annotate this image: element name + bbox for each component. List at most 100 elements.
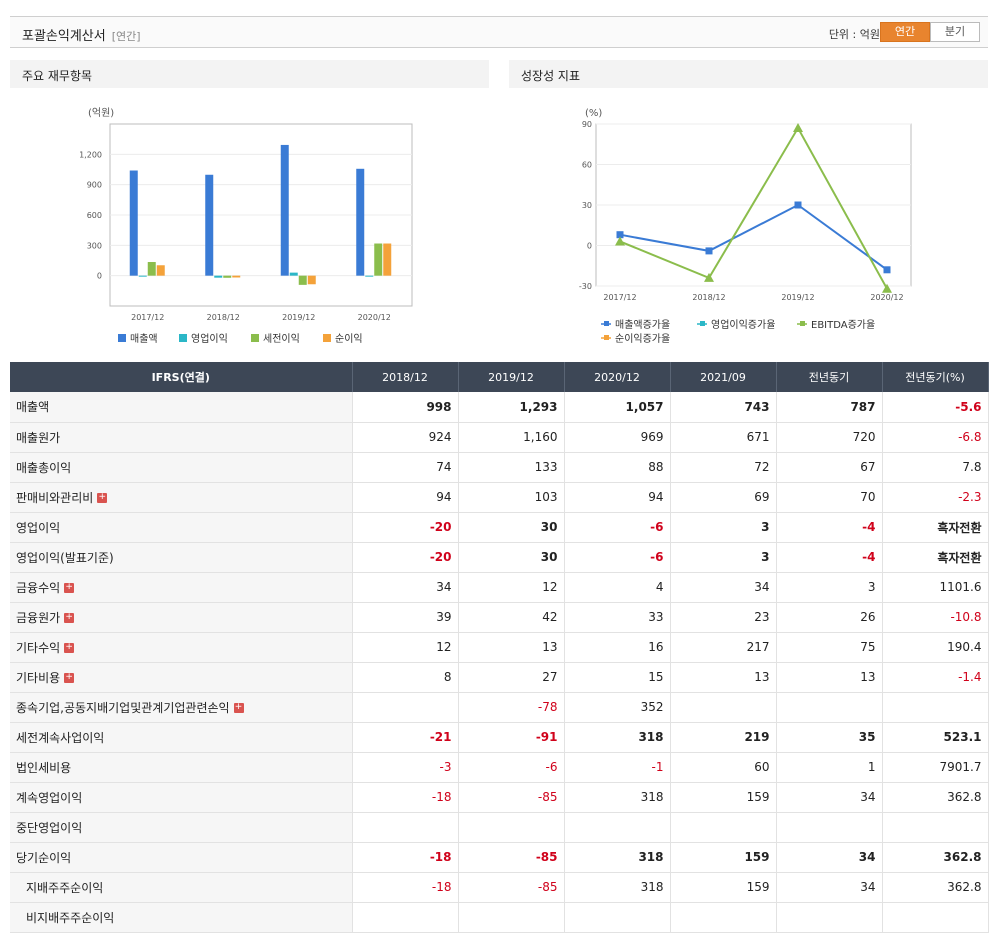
y-tick-label: 90	[582, 120, 592, 129]
legend-item: 영업이익	[191, 332, 228, 345]
table-row: 매출총이익 74 133 88 72 67 7.8	[10, 452, 989, 483]
table-row: 매출원가 924 1,160 969 671 720 -6.8	[10, 422, 989, 453]
row-label-text: 매출총이익	[16, 460, 72, 475]
table-cell	[352, 692, 459, 723]
row-label[interactable]: 금융수익 +	[10, 572, 353, 603]
row-label[interactable]: 기타수익 +	[10, 632, 353, 663]
row-label[interactable]: 종속기업,공동지배기업및관계기업관련손익 +	[10, 692, 353, 723]
row-label: 영업이익	[10, 512, 353, 543]
table-cell: -1	[564, 752, 671, 783]
row-label[interactable]: 기타비용 +	[10, 662, 353, 693]
legend-item: 매출액	[130, 333, 158, 345]
table-row: 판매비와관리비 +94 103 94 69 70 -2.3	[10, 482, 989, 513]
row-label-text: 기타수익	[16, 640, 61, 655]
table-cell: 27	[458, 662, 565, 693]
bar	[307, 275, 316, 285]
table-cell: -6	[564, 542, 671, 573]
table-cell	[564, 812, 671, 843]
table-cell: 34	[670, 572, 777, 603]
row-label[interactable]: 금융원가 +	[10, 602, 353, 633]
table-cell: 69	[670, 482, 777, 513]
table-cell: 1,160	[458, 422, 565, 453]
table-cell: 72	[670, 452, 777, 483]
table-cell	[352, 902, 459, 933]
column-header: 2021/09	[670, 362, 777, 392]
period-toggle: 연간 분기	[880, 22, 980, 42]
y-tick-label: 60	[582, 161, 592, 170]
table-cell: 103	[458, 482, 565, 513]
table-row: 계속영업이익 -18 -85 318 159 34 362.8	[10, 782, 989, 813]
table-cell: -3	[352, 752, 459, 783]
row-label-text: 당기순이익	[16, 850, 72, 865]
bar	[280, 144, 289, 276]
bar	[205, 174, 214, 276]
table-cell: 8	[352, 662, 459, 693]
row-label: 당기순이익	[10, 842, 353, 873]
row-label-text: 금융수익	[16, 580, 61, 595]
table-cell	[352, 812, 459, 843]
annual-tab[interactable]: 연간	[880, 22, 930, 42]
expand-icon[interactable]: +	[64, 613, 75, 623]
expand-icon[interactable]: +	[64, 583, 75, 593]
data-point	[705, 247, 713, 255]
y-tick-label: 0	[587, 242, 592, 251]
table-cell	[670, 902, 777, 933]
expand-icon[interactable]: +	[233, 703, 244, 713]
row-label-text: 금융원가	[16, 610, 61, 625]
table-cell: 흑자전환	[882, 542, 989, 573]
table-cell: 318	[564, 782, 671, 813]
bar	[232, 275, 241, 278]
table-cell: 743	[670, 392, 777, 423]
table-cell: 190.4	[882, 632, 989, 663]
bar	[129, 170, 138, 276]
row-label: 중단영업이익	[10, 812, 353, 843]
table-cell: -78	[458, 692, 565, 723]
table-row: 기타수익 +12 13 16 217 75 190.4	[10, 632, 989, 663]
income-statement-table: IFRS(연결) 2018/12 2019/12 2020/12 2021/09 전년동기…	[10, 362, 989, 933]
expand-icon[interactable]: +	[97, 493, 108, 503]
table-cell: 217	[670, 632, 777, 663]
row-label: 매출총이익	[10, 452, 353, 483]
table-cell: 4	[564, 572, 671, 603]
table-cell: 94	[352, 482, 459, 513]
bar	[356, 168, 365, 276]
data-point	[794, 201, 802, 209]
table-cell: -4	[776, 512, 883, 543]
table-row: 금융수익 +34 12 4 34 3 1101.6	[10, 572, 989, 603]
x-tick-label: 2019/12	[282, 313, 315, 322]
x-tick-label: 2018/12	[207, 313, 240, 322]
table-cell	[882, 692, 989, 723]
legend-item: 영업이익증가율	[711, 318, 775, 331]
bar	[374, 243, 383, 276]
expand-icon[interactable]: +	[64, 643, 75, 653]
table-cell: 1,293	[458, 392, 565, 423]
table-cell: -2.3	[882, 482, 989, 513]
table-cell: 3	[670, 512, 777, 543]
table-cell: 13	[776, 662, 883, 693]
bar	[138, 275, 147, 277]
expand-icon[interactable]: +	[64, 673, 75, 683]
table-cell: 34	[776, 842, 883, 873]
table-row: 당기순이익 -18 -85 318 159 34 362.8	[10, 842, 989, 873]
table-cell	[776, 902, 883, 933]
quarter-tab[interactable]: 분기	[930, 22, 980, 42]
table-cell: 969	[564, 422, 671, 453]
table-cell: 13	[458, 632, 565, 663]
row-label-text: 기타비용	[16, 670, 61, 685]
table-cell: 16	[564, 632, 671, 663]
y-tick-label: 600	[87, 211, 102, 220]
row-label: 법인세비용	[10, 752, 353, 783]
table-cell: 12	[352, 632, 459, 663]
table-cell: 3	[670, 542, 777, 573]
table-row: 비지배주주순이익	[10, 902, 989, 933]
legend-item: 순이익증가율	[615, 333, 670, 345]
table-cell: 159	[670, 782, 777, 813]
table-cell: -10.8	[882, 602, 989, 633]
table-cell: 720	[776, 422, 883, 453]
table-cell: 26	[776, 602, 883, 633]
table-cell: -91	[458, 722, 565, 753]
table-cell: 35	[776, 722, 883, 753]
row-label[interactable]: 판매비와관리비 +	[10, 482, 353, 513]
y-axis-label: (%)	[585, 108, 602, 119]
legend-item: 매출액증가율	[615, 319, 670, 331]
